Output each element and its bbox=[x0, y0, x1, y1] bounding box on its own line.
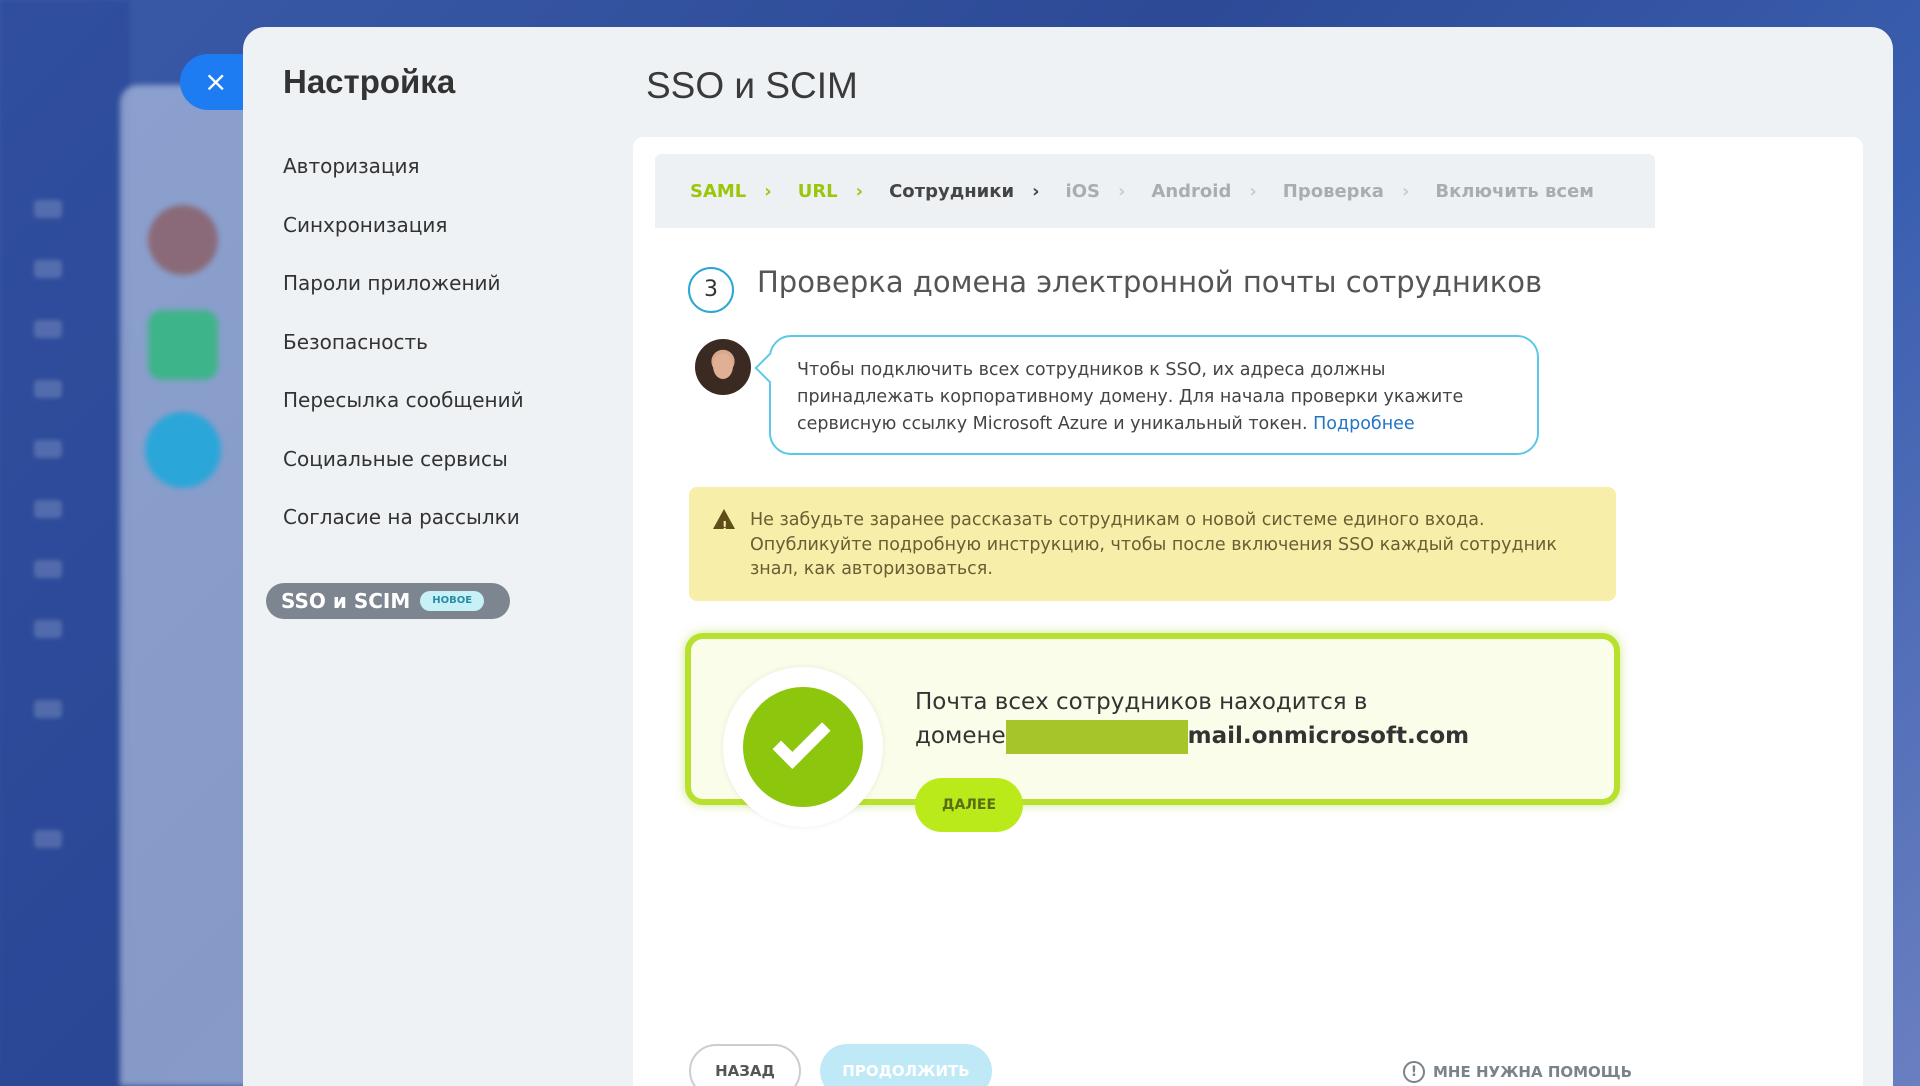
chevron-right-icon: › bbox=[1117, 180, 1126, 202]
step-ios: iOS bbox=[1065, 180, 1100, 202]
help-text: МНЕ НУЖНА ПОМОЩЬ bbox=[1433, 1063, 1633, 1081]
continue-button[interactable]: ПРОДОЛЖИТЬ bbox=[820, 1044, 992, 1086]
page-title: SSO и SCIM bbox=[646, 65, 858, 106]
step-url[interactable]: URL bbox=[798, 181, 838, 202]
chevron-right-icon: › bbox=[1032, 180, 1040, 202]
settings-modal: Настройка Авторизация Синхронизация Паро… bbox=[243, 27, 1893, 1086]
success-line-1: Почта всех сотрудников находится в bbox=[915, 689, 1368, 715]
section-heading: Проверка домена электронной почты сотруд… bbox=[757, 265, 1543, 299]
chevron-right-icon: › bbox=[1249, 180, 1257, 202]
new-badge: НОВОЕ bbox=[420, 591, 485, 611]
info-icon: ! bbox=[1403, 1061, 1425, 1083]
next-button[interactable]: ДАЛЕЕ bbox=[915, 778, 1023, 832]
learn-more-link[interactable]: Подробнее bbox=[1313, 414, 1415, 434]
nav-item-social-services[interactable]: Социальные сервисы bbox=[283, 444, 543, 503]
background-nav-icon bbox=[34, 700, 62, 718]
background-nav-icon bbox=[34, 200, 62, 218]
step-number-badge: 3 bbox=[688, 267, 734, 313]
background-nav-icon bbox=[34, 500, 62, 518]
help-link[interactable]: ! МНЕ НУЖНА ПОМОЩЬ bbox=[1403, 1061, 1632, 1083]
background-nav-icon bbox=[34, 560, 62, 578]
chevron-right-icon: › bbox=[764, 180, 772, 202]
step-android: Android bbox=[1151, 180, 1232, 202]
checkmark-icon bbox=[743, 687, 863, 807]
background-nav-icon bbox=[34, 320, 62, 338]
background-nav-icon bbox=[34, 260, 62, 278]
close-icon[interactable]: × bbox=[204, 65, 227, 98]
info-bubble: Чтобы подключить всех сотрудников к SSO,… bbox=[769, 335, 1539, 455]
warning-text: Не забудьте заранее рассказать сотрудник… bbox=[750, 510, 1557, 579]
success-message: Почта всех сотрудников находится в домен… bbox=[915, 685, 1535, 754]
check-ring bbox=[723, 667, 883, 827]
wizard-steps: SAML › URL › Сотрудники › iOS › Android … bbox=[655, 154, 1655, 228]
nav-item-sync[interactable]: Синхронизация bbox=[283, 210, 543, 269]
domain-suffix: mail.onmicrosoft.com bbox=[1187, 723, 1470, 749]
background-nav-icon bbox=[34, 380, 62, 398]
background-sidebar bbox=[0, 0, 130, 1086]
nav-item-app-passwords[interactable]: Пароли приложений bbox=[283, 268, 543, 327]
chevron-right-icon: › bbox=[1401, 180, 1410, 202]
background-nav-icon bbox=[34, 830, 62, 848]
success-domain-prefix: домене bbox=[915, 723, 1006, 749]
back-button[interactable]: НАЗАД bbox=[689, 1044, 801, 1086]
assistant-avatar bbox=[695, 339, 751, 395]
settings-nav: Авторизация Синхронизация Пароли приложе… bbox=[266, 151, 543, 619]
content-panel: SAML › URL › Сотрудники › iOS › Android … bbox=[633, 137, 1863, 1086]
nav-item-message-forwarding[interactable]: Пересылка сообщений bbox=[283, 385, 543, 444]
domain-verified-card: Почта всех сотрудников находится в домен… bbox=[685, 633, 1620, 832]
nav-item-authorization[interactable]: Авторизация bbox=[283, 151, 543, 210]
background-nav-icon bbox=[34, 620, 62, 638]
nav-item-mailing-consent[interactable]: Согласие на рассылки bbox=[283, 502, 543, 561]
nav-item-sso-scim[interactable]: SSO и SCIM НОВОЕ bbox=[266, 583, 510, 619]
warning-banner: ! Не забудьте заранее рассказать сотрудн… bbox=[689, 487, 1616, 601]
step-saml[interactable]: SAML bbox=[690, 181, 746, 202]
background-avatar bbox=[148, 205, 218, 275]
settings-title: Настройка bbox=[283, 63, 456, 100]
nav-item-security[interactable]: Безопасность bbox=[283, 327, 543, 386]
background-nav-icon bbox=[34, 440, 62, 458]
warning-icon: ! bbox=[713, 509, 735, 533]
step-verification: Проверка bbox=[1282, 180, 1384, 202]
background-avatar bbox=[148, 310, 218, 380]
step-enable-all: Включить всем bbox=[1435, 180, 1595, 202]
nav-item-label: SSO и SCIM bbox=[281, 589, 411, 613]
redacted-domain bbox=[1005, 719, 1188, 754]
background-avatar bbox=[145, 412, 221, 488]
chevron-right-icon: › bbox=[855, 180, 864, 202]
step-employees[interactable]: Сотрудники bbox=[889, 181, 1014, 202]
